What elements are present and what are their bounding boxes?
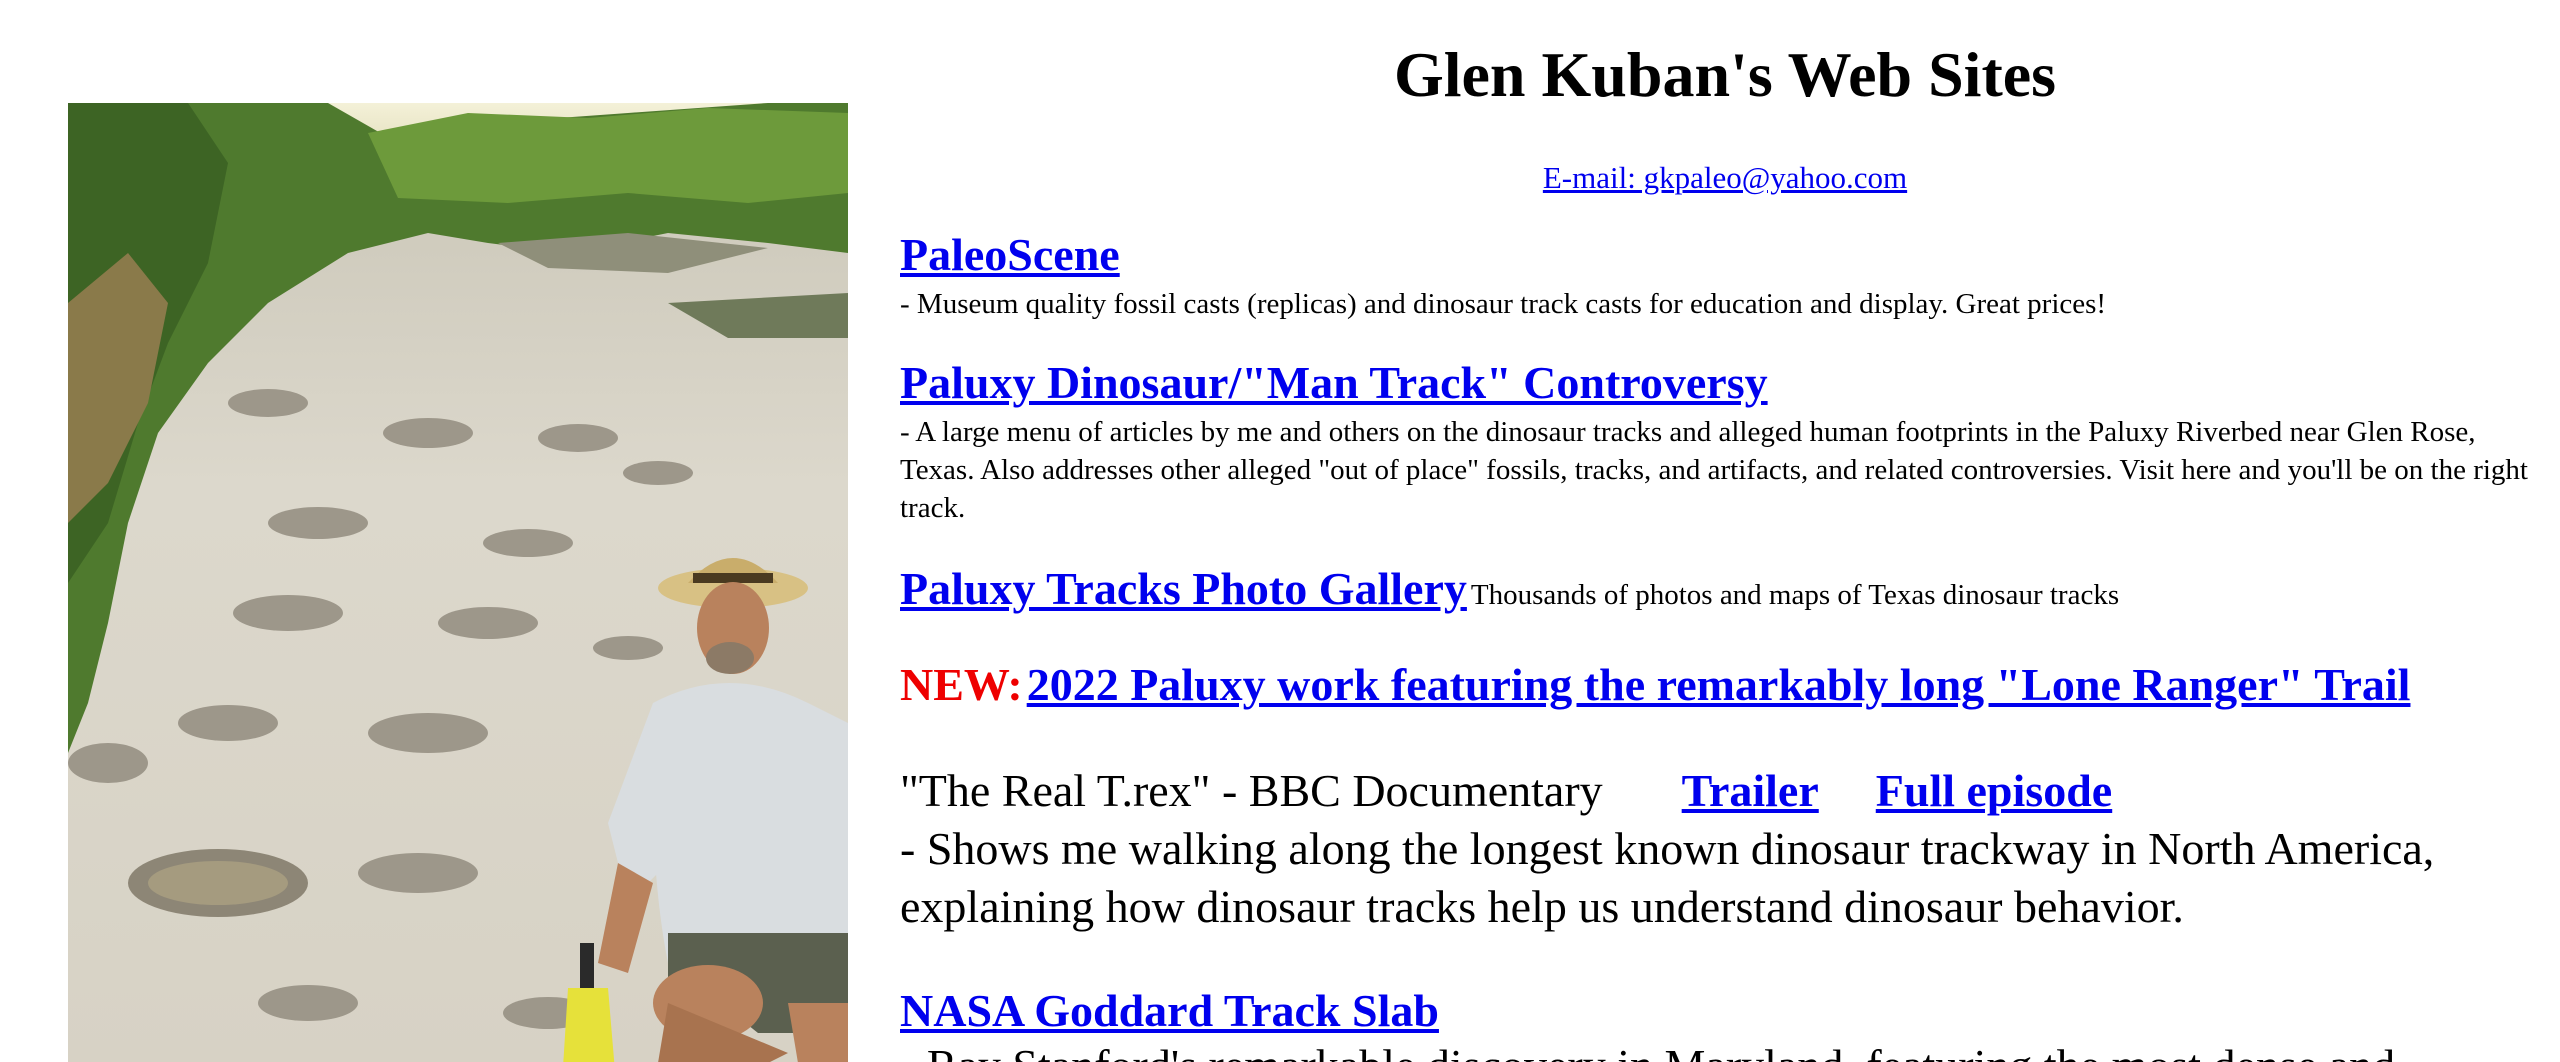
glen-kuban-photo bbox=[68, 103, 848, 1062]
site-entry-nasa: NASA Goddard Track Slab - Ray Stanford's… bbox=[900, 984, 2540, 1062]
nasa-track-slab-link[interactable]: NASA Goddard Track Slab bbox=[900, 985, 1439, 1036]
trailer-link[interactable]: Trailer bbox=[1682, 765, 1819, 816]
site-entry-paluxy-controversy: Paluxy Dinosaur/"Man Track" Controversy … bbox=[900, 356, 2540, 527]
bbc-description: - Shows me walking along the longest kno… bbox=[900, 823, 2435, 932]
paluxy-controversy-link[interactable]: Paluxy Dinosaur/"Man Track" Controversy bbox=[900, 357, 1768, 408]
site-entry-new-item: NEW: 2022 Paluxy work featuring the rema… bbox=[900, 658, 2540, 711]
photo-of-man-with-dinosaur-tracks-icon bbox=[68, 103, 848, 1062]
paleoscene-link[interactable]: PaleoScene bbox=[900, 229, 1120, 280]
page: Glen Kuban's Web Sites E-mail: gkpaleo@y… bbox=[0, 0, 2560, 1062]
photo-gallery-description: Thousands of photos and maps of Texas di… bbox=[1470, 579, 2120, 611]
bbc-title-line: "The Real T.rex" - BBC Documentary Trail… bbox=[900, 762, 2540, 820]
site-entry-paleoscene: PaleoScene - Museum quality fossil casts… bbox=[900, 228, 2540, 323]
email-link[interactable]: E-mail: gkpaleo@yahoo.com bbox=[1543, 160, 1907, 195]
paluxy-controversy-description: - A large menu of articles by me and oth… bbox=[900, 416, 2528, 524]
email-line: E-mail: gkpaleo@yahoo.com bbox=[900, 160, 2550, 196]
lone-ranger-trail-link[interactable]: 2022 Paluxy work featuring the remarkabl… bbox=[1027, 659, 2411, 710]
bbc-title: "The Real T.rex" - BBC Documentary bbox=[900, 765, 1603, 816]
photo-gallery-link[interactable]: Paluxy Tracks Photo Gallery bbox=[900, 563, 1467, 614]
page-title: Glen Kuban's Web Sites bbox=[1393, 39, 2057, 110]
site-entry-bbc-documentary: "The Real T.rex" - BBC Documentary Trail… bbox=[900, 762, 2540, 936]
nasa-description: - Ray Stanford's remarkable discovery in… bbox=[900, 1037, 2540, 1062]
site-entry-photo-gallery: Paluxy Tracks Photo Gallery Thousands of… bbox=[900, 562, 2540, 615]
paleoscene-description: - Museum quality fossil casts (replicas)… bbox=[900, 288, 2107, 320]
new-label: NEW: bbox=[900, 659, 1023, 710]
full-episode-link[interactable]: Full episode bbox=[1876, 765, 2112, 816]
